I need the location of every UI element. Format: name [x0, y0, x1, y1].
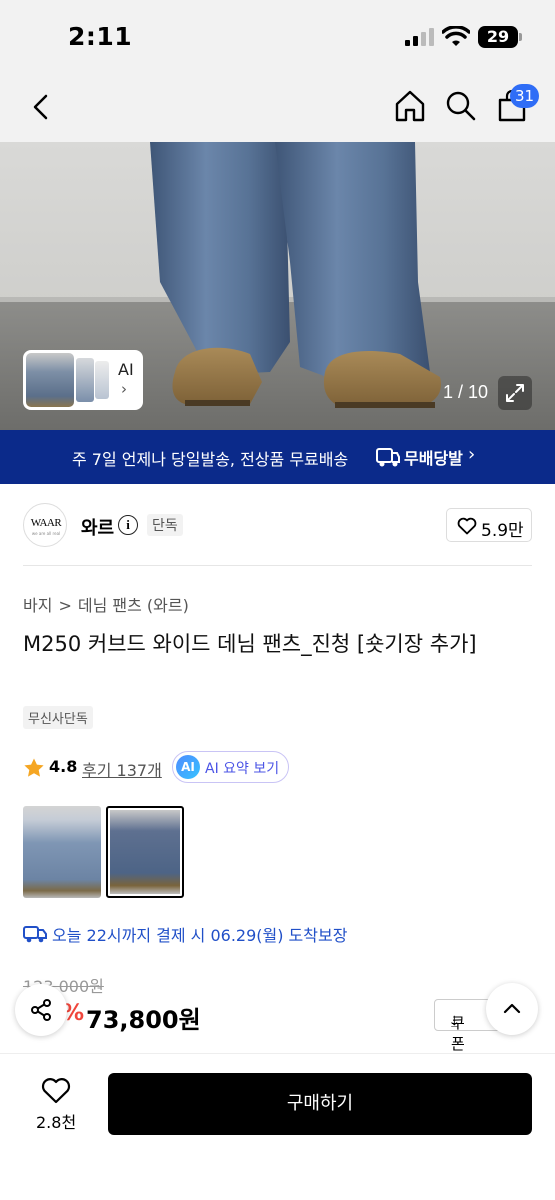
status-time: 2:11	[68, 22, 133, 51]
chevron-up-icon	[503, 1003, 521, 1014]
search-icon[interactable]	[444, 88, 478, 124]
thumbnail-image	[76, 358, 94, 402]
brand-like-count: 5.9만	[481, 521, 524, 541]
image-page-counter: 1 / 10	[443, 382, 489, 402]
color-option-light[interactable]	[23, 806, 101, 898]
breadcrumb-item[interactable]: 데님 팬츠 (와르)	[78, 596, 189, 615]
purchase-bar: 2.8천 구매하기	[0, 1053, 555, 1200]
scroll-to-top-button[interactable]	[486, 983, 538, 1035]
breadcrumb: 바지 > 데님 팬츠 (와르)	[23, 592, 189, 616]
ai-icon: AI	[176, 755, 200, 779]
reviews-link[interactable]: 후기 137개	[82, 757, 162, 781]
free-shipping-banner[interactable]: 주 7일 언제나 당일발송, 전상품 무료배송 무배당발 ›	[0, 430, 555, 484]
color-swatch-image	[110, 810, 180, 894]
color-option-dark-selected[interactable]	[106, 806, 184, 898]
delivery-truck-icon	[23, 926, 47, 943]
product-title: M250 커브드 와이드 데님 팬츠_진청 [숏기장 추가]	[23, 632, 477, 656]
home-icon[interactable]	[393, 88, 427, 124]
divider	[23, 565, 532, 566]
chevron-right-icon: ›	[468, 444, 476, 465]
ai-summary-label: AI 요약 보기	[205, 761, 280, 777]
rating-value: 4.8	[49, 757, 78, 776]
promo-brand: 무배당발	[404, 449, 463, 468]
expand-icon	[506, 384, 524, 402]
promo-text: 주 7일 언제나 당일발송, 전상품 무료배송	[72, 450, 349, 469]
brand-like-button[interactable]: 5.9만	[446, 508, 532, 542]
status-bar: 2:11 29	[0, 0, 555, 72]
star-icon	[24, 758, 44, 777]
battery-icon: 29	[478, 26, 522, 48]
cart-count-badge: 31	[510, 84, 540, 108]
ai-summary-button[interactable]: AI AI 요약 보기	[172, 751, 289, 783]
wishlist-count: 2.8천	[36, 1113, 77, 1132]
delivery-guarantee[interactable]: 오늘 22시까지 결제 시 06.29(월) 도착보장	[52, 922, 347, 946]
store-exclusive-tag: 무신사단독	[23, 706, 93, 729]
sale-price: 73,800원	[86, 1006, 201, 1034]
back-arrow-icon[interactable]	[26, 90, 56, 124]
thumbnail-ai-label: AI	[118, 360, 134, 379]
cellular-signal-icon	[405, 28, 434, 46]
share-button[interactable]	[15, 984, 67, 1036]
delivery-truck-icon	[376, 448, 400, 467]
share-icon	[31, 999, 51, 1021]
breadcrumb-item[interactable]: 바지	[23, 596, 52, 615]
exclusive-badge: 단독	[147, 514, 183, 536]
product-image-carousel[interactable]: AI › 1 / 10	[0, 142, 555, 430]
brand-name[interactable]: 와르	[81, 514, 114, 540]
breadcrumb-separator: >	[58, 596, 72, 615]
thumbnail-image	[26, 353, 74, 407]
expand-image-button[interactable]	[498, 376, 532, 410]
info-icon[interactable]: i	[118, 515, 138, 535]
ai-thumbnail-strip[interactable]: AI ›	[23, 350, 143, 410]
thumbnail-image	[95, 361, 109, 399]
chevron-right-icon: ›	[121, 380, 127, 398]
heart-icon	[457, 517, 477, 535]
nav-bar: 31	[0, 72, 555, 142]
heart-icon[interactable]	[41, 1077, 71, 1105]
buy-button[interactable]: 구매하기	[108, 1073, 532, 1135]
wifi-icon	[442, 26, 470, 46]
brand-logo[interactable]: WAAR we are all real	[23, 503, 67, 547]
